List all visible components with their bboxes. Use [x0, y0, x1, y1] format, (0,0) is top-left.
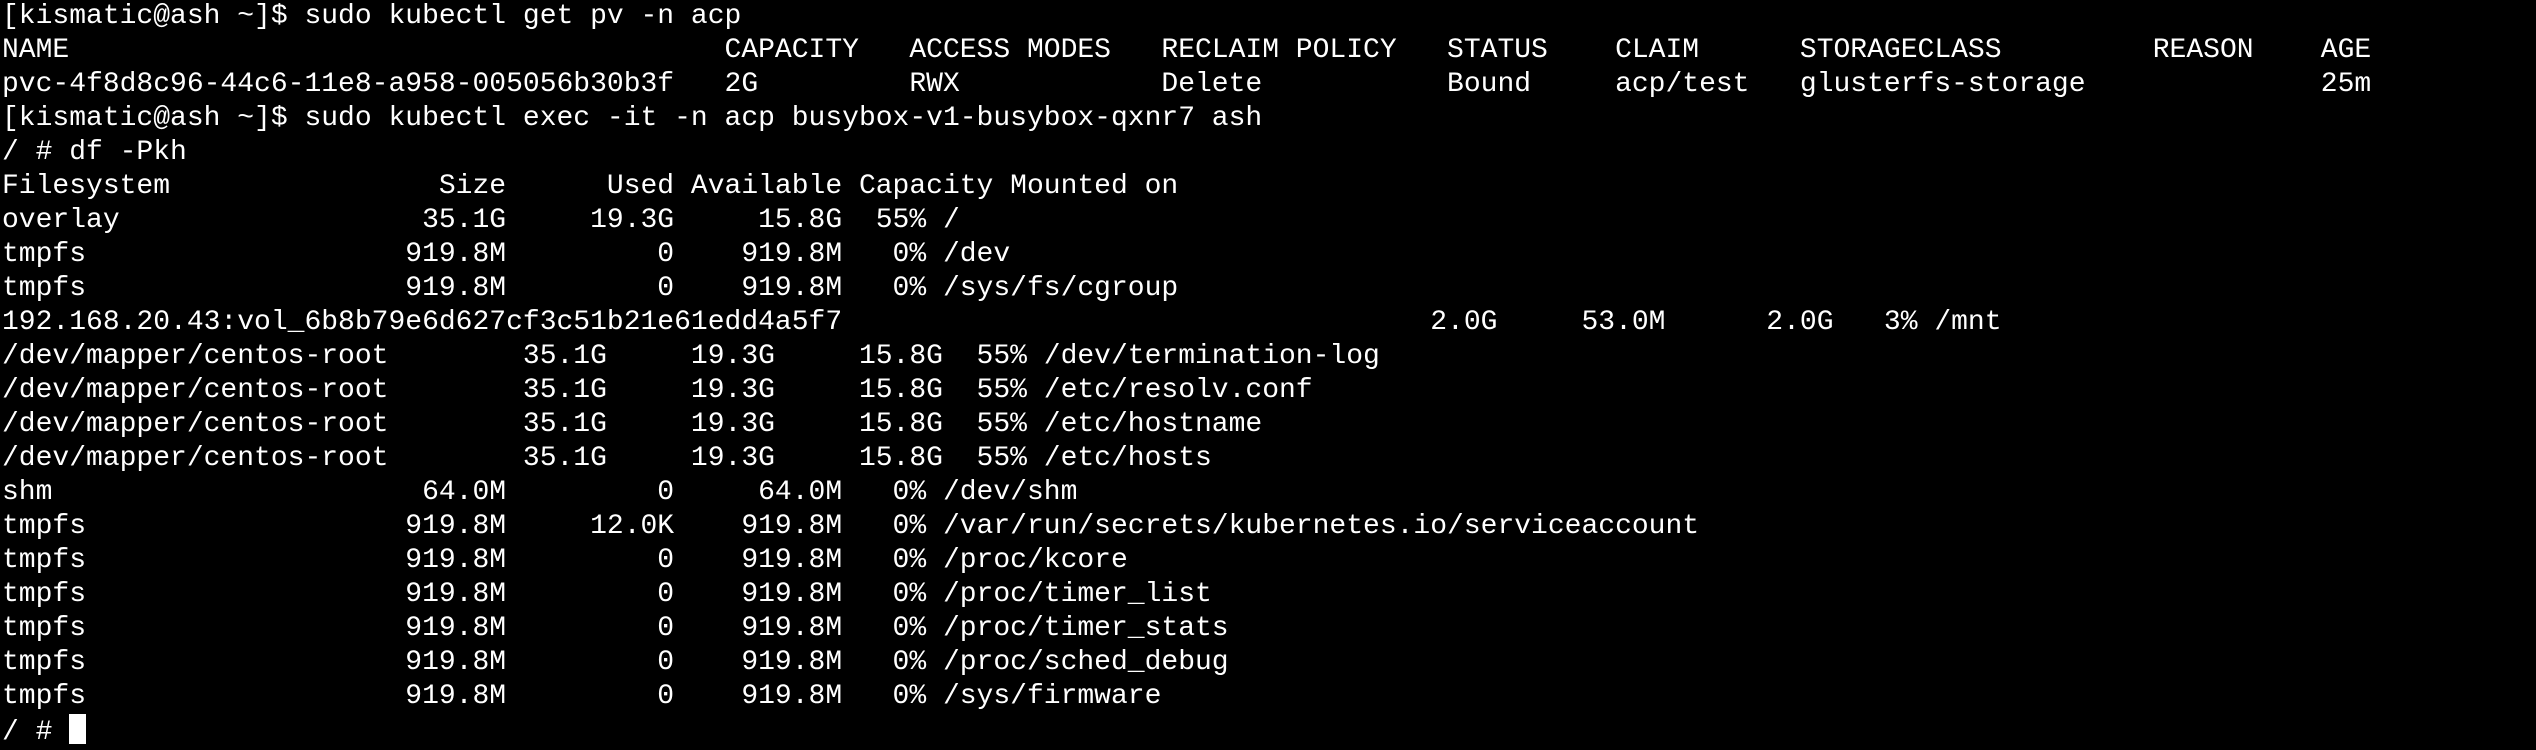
- terminal-line: pvc-4f8d8c96-44c6-11e8-a958-005056b30b3f…: [2, 69, 2372, 100]
- terminal-line: /dev/mapper/centos-root 35.1G 19.3G 15.8…: [2, 443, 1212, 474]
- shell-prompt: / #: [2, 717, 70, 748]
- prompt-line[interactable]: / #: [2, 714, 2536, 748]
- terminal-line: shm 64.0M 0 64.0M 0% /dev/shm: [2, 477, 1078, 508]
- terminal-line: tmpfs 919.8M 0 919.8M 0% /proc/timer_lis…: [2, 579, 1212, 610]
- terminal-line: /dev/mapper/centos-root 35.1G 19.3G 15.8…: [2, 409, 1263, 440]
- terminal-line: tmpfs 919.8M 0 919.8M 0% /sys/fs/cgroup: [2, 273, 1179, 304]
- terminal-line: / # df -Pkh: [2, 137, 187, 168]
- terminal-line: tmpfs 919.8M 0 919.8M 0% /proc/timer_sta…: [2, 613, 1229, 644]
- terminal-line: tmpfs 919.8M 0 919.8M 0% /proc/sched_deb…: [2, 647, 1229, 678]
- terminal-line: /dev/mapper/centos-root 35.1G 19.3G 15.8…: [2, 375, 1313, 406]
- terminal-line: Filesystem Size Used Available Capacity …: [2, 171, 1179, 202]
- terminal-line: NAME CAPACITY ACCESS MODES RECLAIM POLIC…: [2, 35, 2372, 66]
- terminal-line: [kismatic@ash ~]$ sudo kubectl get pv -n…: [2, 1, 742, 32]
- terminal-line: tmpfs 919.8M 0 919.8M 0% /sys/firmware: [2, 681, 1162, 712]
- terminal-line: 192.168.20.43:vol_6b8b79e6d627cf3c51b21e…: [2, 307, 2002, 338]
- terminal-line: tmpfs 919.8M 0 919.8M 0% /dev: [2, 239, 1011, 270]
- terminal-line: [kismatic@ash ~]$ sudo kubectl exec -it …: [2, 103, 1263, 134]
- terminal-window[interactable]: [kismatic@ash ~]$ sudo kubectl get pv -n…: [0, 0, 2536, 750]
- terminal-line: overlay 35.1G 19.3G 15.8G 55% /: [2, 205, 960, 236]
- terminal-line: tmpfs 919.8M 12.0K 919.8M 0% /var/run/se…: [2, 511, 1700, 542]
- terminal-line: /dev/mapper/centos-root 35.1G 19.3G 15.8…: [2, 341, 1380, 372]
- terminal-line: tmpfs 919.8M 0 919.8M 0% /proc/kcore: [2, 545, 1128, 576]
- text-cursor: [69, 714, 87, 744]
